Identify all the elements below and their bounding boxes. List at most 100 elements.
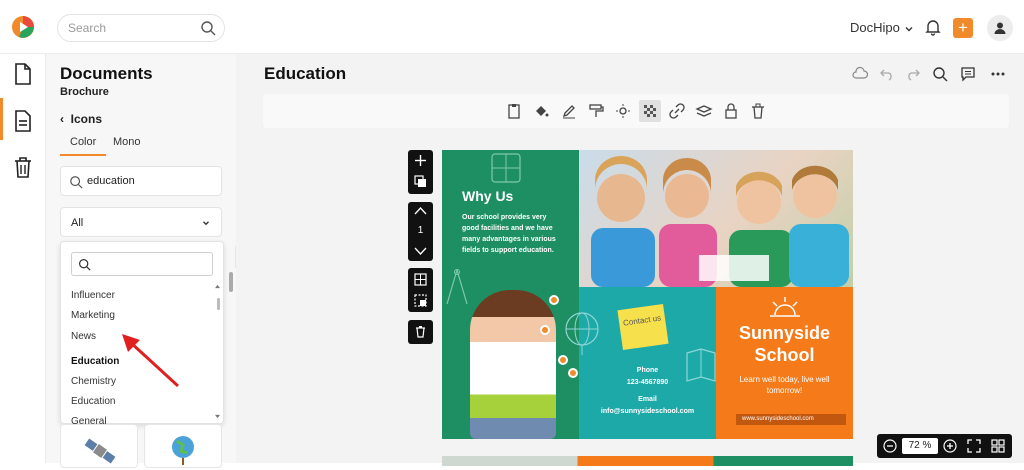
school-title-line-1[interactable]: Sunnyside — [716, 323, 853, 344]
back-label: Icons — [70, 112, 103, 126]
contact-us-sticky-note[interactable]: Contact us — [617, 303, 669, 351]
search-icon[interactable] — [932, 66, 948, 82]
document-title[interactable]: Education — [264, 64, 346, 84]
category-select[interactable]: All — [60, 207, 222, 237]
pen-icon[interactable] — [560, 102, 578, 120]
tab-mono[interactable]: Mono — [113, 136, 141, 156]
bell-icon[interactable] — [924, 18, 942, 36]
create-new-button[interactable]: + — [953, 18, 973, 38]
phone-label[interactable]: Phone — [579, 367, 716, 374]
global-search-input[interactable] — [68, 21, 198, 35]
children-classroom-photo[interactable] — [579, 150, 853, 287]
zoom-percent: 72 — [908, 440, 920, 451]
account-menu[interactable]: DocHipo — [850, 20, 915, 35]
back-to-icons-link[interactable]: ‹ Icons — [60, 112, 102, 126]
document-icon[interactable] — [11, 62, 35, 86]
delete-icon[interactable] — [749, 102, 767, 120]
contact-panel[interactable]: Contact us Phone 123-4567890 Email info@… — [565, 287, 716, 439]
panel-title: Documents — [60, 64, 153, 83]
page-grid-icon[interactable] — [991, 439, 1005, 453]
selection-handle[interactable] — [540, 325, 550, 335]
zoom-value[interactable]: 72 % — [902, 438, 938, 454]
dropdown-item-news[interactable]: News — [71, 331, 96, 342]
add-page-icon[interactable] — [414, 154, 427, 167]
transparency-icon[interactable] — [639, 100, 661, 122]
red-arrow-annotation — [122, 334, 180, 388]
scroll-up-icon[interactable] — [215, 284, 220, 289]
school-title-line-2[interactable]: School — [716, 345, 853, 366]
school-panel[interactable]: Sunnyside School Learn well today, live … — [716, 287, 853, 439]
school-url[interactable]: www.sunnysideschool.com — [736, 414, 846, 425]
email-value[interactable]: info@sunnysideschool.com — [579, 408, 716, 415]
left-rail — [0, 54, 46, 463]
comment-icon[interactable] — [960, 66, 976, 82]
side-panel: Documents Brochure ‹ Icons Color Mono Al… — [46, 54, 236, 468]
category-select-value: All — [71, 217, 84, 229]
next-page-preview[interactable] — [442, 456, 853, 466]
panel-scrollbar-thumb[interactable] — [229, 272, 233, 292]
cloud-save-icon[interactable] — [852, 66, 868, 82]
grid-icon[interactable] — [414, 273, 427, 286]
clipboard-icon[interactable] — [505, 102, 523, 120]
add-page-group — [408, 150, 433, 194]
dropdown-item-influencer[interactable]: Influencer — [71, 290, 115, 301]
selection-handle[interactable] — [549, 295, 559, 305]
zoom-controls: 72 % — [877, 434, 1012, 458]
undo-icon[interactable] — [879, 66, 895, 82]
redo-icon[interactable] — [905, 66, 921, 82]
icon-search-input[interactable] — [87, 175, 207, 187]
globe-icon[interactable] — [144, 424, 222, 468]
school-tagline[interactable]: Learn well today, live well tomorrow! — [716, 374, 853, 396]
delete-page-group — [408, 320, 433, 344]
student-girl-photo[interactable] — [470, 290, 556, 439]
icon-style-tabs: Color Mono — [60, 136, 220, 158]
globe-doodle-icon — [565, 312, 599, 355]
lock-icon[interactable] — [722, 102, 740, 120]
dropdown-scrollbar-thumb[interactable] — [217, 298, 220, 310]
zoom-unit: % — [922, 440, 932, 451]
trash-icon[interactable] — [11, 155, 35, 179]
dropdown-item-general[interactable]: General — [71, 416, 107, 424]
rail-active-indicator — [0, 98, 3, 140]
avatar[interactable] — [987, 15, 1013, 41]
zoom-out-icon[interactable] — [883, 439, 897, 453]
fill-color-icon[interactable] — [532, 102, 550, 120]
zoom-in-icon[interactable] — [943, 439, 957, 453]
delete-page-icon[interactable] — [414, 325, 427, 338]
search-icon[interactable] — [200, 20, 216, 36]
phone-value[interactable]: 123-4567890 — [579, 379, 716, 386]
fullscreen-icon[interactable] — [967, 439, 981, 453]
layout-tools-group — [408, 268, 433, 312]
select-area-icon[interactable] — [414, 294, 427, 307]
dropdown-item-chemistry[interactable]: Chemistry — [71, 376, 116, 387]
satellite-icon[interactable] — [60, 424, 138, 468]
email-label[interactable]: Email — [579, 396, 716, 403]
scroll-down-icon[interactable] — [215, 414, 220, 419]
dropdown-search-input[interactable] — [71, 252, 213, 276]
duplicate-page-icon[interactable] — [414, 175, 427, 188]
why-us-panel[interactable]: Why Us Our school provides very good fac… — [442, 150, 579, 439]
selection-handle[interactable] — [558, 355, 568, 365]
icon-search[interactable] — [60, 166, 222, 196]
brightness-icon[interactable] — [614, 102, 632, 120]
global-search[interactable] — [57, 14, 225, 42]
page-number: 1 — [417, 225, 424, 236]
why-us-body[interactable]: Our school provides very good facilities… — [462, 212, 562, 256]
dropdown-item-education[interactable]: Education — [71, 396, 115, 407]
dropdown-item-marketing[interactable]: Marketing — [71, 310, 115, 321]
chevron-up-icon[interactable] — [413, 206, 428, 216]
selection-handle[interactable] — [568, 368, 578, 378]
tab-color[interactable]: Color — [60, 136, 107, 156]
chevron-down-icon — [905, 26, 913, 32]
why-us-title[interactable]: Why Us — [462, 188, 513, 204]
format-painter-icon[interactable] — [587, 102, 605, 120]
chevron-down-icon[interactable] — [413, 246, 428, 256]
dochipo-logo-icon[interactable] — [11, 15, 35, 39]
layers-icon[interactable] — [695, 102, 713, 120]
more-options-icon[interactable] — [990, 66, 1006, 82]
brochure-page[interactable]: Why Us Our school provides very good fac… — [442, 150, 853, 439]
editor-area: Education 1 Why Us Our school provides v… — [236, 54, 1024, 466]
link-icon[interactable] — [668, 102, 686, 120]
search-icon — [79, 259, 91, 271]
documents-list-icon[interactable] — [11, 109, 35, 133]
